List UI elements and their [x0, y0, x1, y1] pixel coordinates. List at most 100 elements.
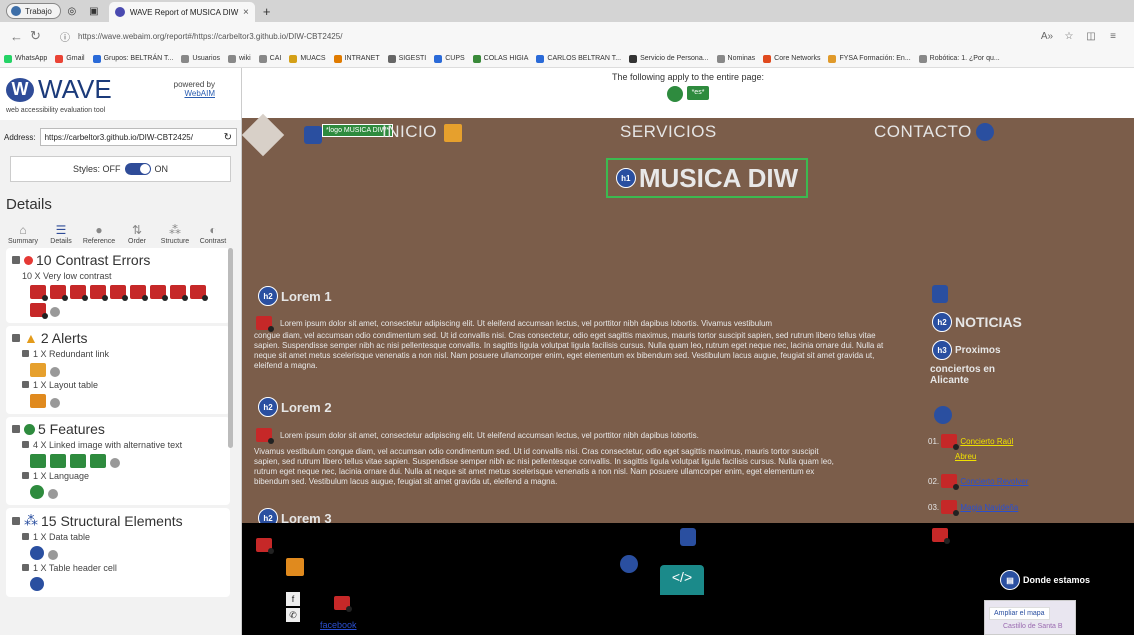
map-embed[interactable]: Ampliar el mapa Castillo de Santa B [984, 600, 1076, 635]
checkbox-redundant-link[interactable] [22, 350, 29, 357]
details-scrollbar[interactable] [228, 248, 233, 448]
info-icon[interactable] [50, 367, 60, 377]
contrast-error-icon[interactable] [190, 285, 208, 301]
bookmark-item[interactable]: FYSA Formación: En... [828, 54, 911, 63]
tab-structure[interactable]: ⁂ Structure [156, 223, 194, 245]
linked-image-icon[interactable] [30, 454, 46, 468]
tab-wave-report[interactable]: WAVE Report of MUSICA DIW × [108, 2, 255, 22]
contrast-error-icon[interactable] [334, 596, 352, 612]
nav-servicios[interactable]: SERVICIOS [620, 122, 717, 142]
read-aloud-icon[interactable]: A» [1036, 31, 1058, 42]
globe-icon[interactable] [667, 86, 683, 102]
list-icon[interactable] [976, 123, 994, 141]
close-tab-icon[interactable]: × [243, 7, 249, 18]
contrast-error-icon[interactable] [30, 285, 48, 301]
bookmark-item[interactable]: CAI [258, 54, 281, 63]
back-icon[interactable]: ← [10, 29, 30, 44]
redundant-link-icon[interactable] [444, 124, 462, 142]
bookmark-item[interactable]: Usuarios [181, 54, 220, 63]
h2-icon[interactable]: h2 [932, 312, 952, 332]
checkbox-table-header[interactable] [22, 564, 29, 571]
aside-icon[interactable] [932, 285, 948, 303]
news-link-2[interactable]: Concierto Revolver [960, 477, 1028, 486]
bookmark-item[interactable]: INTRANET [333, 54, 380, 63]
contrast-error-icon[interactable] [50, 285, 68, 301]
linked-image-icon[interactable] [50, 454, 66, 468]
tab-order[interactable]: ⇅ Order [118, 223, 156, 245]
tab-details[interactable]: ☰ Details [42, 223, 80, 245]
contrast-error-icon[interactable] [150, 285, 168, 301]
table-icon[interactable]: ▤ [1000, 570, 1020, 590]
code-icon[interactable]: </> [660, 565, 704, 595]
header-icon[interactable] [304, 126, 322, 144]
tab-actions-icon[interactable]: ▣ [83, 6, 105, 17]
bookmark-item[interactable]: Core Networks [763, 54, 820, 63]
news-link-3[interactable]: Magia Navideña [960, 503, 1018, 512]
h1-icon[interactable]: h1 [615, 168, 636, 188]
linked-image-icon[interactable] [90, 454, 106, 468]
bookmark-item[interactable]: wiki [227, 54, 251, 63]
info-icon[interactable] [48, 489, 58, 499]
favorite-star-icon[interactable]: ☆ [1058, 31, 1080, 42]
contrast-error-icon[interactable] [256, 316, 274, 332]
url-field[interactable]: ⓘ https://wave.webaim.org/report#/https:… [60, 26, 1036, 46]
split-screen-icon[interactable]: ◫ [1080, 31, 1102, 42]
favorites-icon[interactable]: ≡ [1102, 31, 1124, 42]
info-icon[interactable] [48, 550, 58, 560]
contrast-error-icon[interactable] [256, 538, 274, 554]
wave-address-input[interactable]: https://carbeltor3.github.io/DIW-CBT2425… [39, 128, 237, 146]
nav-inicio[interactable]: INICIO [382, 122, 437, 142]
news-link-1-cont[interactable]: Abreu [955, 452, 976, 461]
checkbox-layout-table[interactable] [22, 381, 29, 388]
checkbox-features[interactable] [12, 425, 20, 433]
contrast-error-icon[interactable] [941, 500, 960, 516]
bookmark-item[interactable]: Robótica: 1. ¿Por qu... [918, 54, 1000, 63]
bookmark-item[interactable]: Grupos: BELTRÁN T... [92, 54, 173, 63]
info-icon[interactable] [110, 458, 120, 468]
tab-summary[interactable]: ⌂ Summary [4, 223, 42, 245]
checkbox-alerts[interactable] [12, 334, 20, 342]
language-icon[interactable] [30, 485, 44, 499]
checkbox-contrast[interactable] [12, 256, 20, 264]
bookmark-item[interactable]: COLAS HIGIA [472, 54, 528, 63]
contrast-error-icon[interactable] [70, 285, 88, 301]
tab-reference[interactable]: ● Reference [80, 223, 118, 245]
checkbox-linked-image[interactable] [22, 441, 29, 448]
enlarge-map-button[interactable]: Ampliar el mapa [989, 607, 1050, 620]
bookmark-item[interactable]: Gmail [55, 54, 85, 63]
facebook-icon[interactable]: f [286, 592, 300, 606]
contrast-error-icon[interactable] [90, 285, 108, 301]
table-header-icon[interactable] [30, 577, 44, 591]
bookmark-item[interactable]: CARLOS BELTRAN T... [536, 54, 621, 63]
h3-icon[interactable]: h3 [932, 340, 952, 360]
reload-icon[interactable]: ↻ [30, 28, 50, 44]
nav-contacto[interactable]: CONTACTO [874, 122, 972, 142]
contrast-error-icon[interactable] [110, 285, 128, 301]
language-badge[interactable]: *es* [687, 86, 709, 100]
info-icon[interactable] [50, 307, 60, 317]
info-icon[interactable] [50, 398, 60, 408]
h2-icon[interactable]: h2 [258, 286, 278, 306]
tab-contrast[interactable]: ◐ Contrast [194, 223, 232, 245]
footer-icon[interactable] [680, 528, 696, 546]
checkbox-language[interactable] [22, 472, 29, 479]
profile-button[interactable]: Trabajo [6, 3, 61, 19]
bookmark-item[interactable]: SIGESTI [387, 54, 426, 63]
contrast-error-icon[interactable] [170, 285, 188, 301]
h2-icon[interactable]: h2 [258, 397, 278, 417]
site-info-icon[interactable]: ⓘ [60, 29, 74, 44]
webaim-link[interactable]: WebAIM [174, 89, 215, 98]
list-icon[interactable] [934, 406, 952, 424]
contrast-error-icon[interactable] [932, 528, 950, 544]
facebook-link[interactable]: facebook [320, 620, 357, 630]
redundant-link-icon[interactable] [30, 363, 46, 377]
bookmark-item[interactable]: Servicio de Persona... [629, 54, 709, 63]
bookmark-item[interactable]: Nominas [716, 54, 755, 63]
contrast-error-icon[interactable] [256, 428, 274, 444]
new-tab-button[interactable]: + [263, 4, 271, 19]
bookmark-item[interactable]: CUPS [434, 54, 465, 63]
checkbox-data-table[interactable] [22, 533, 29, 540]
contrast-error-icon[interactable] [941, 474, 960, 490]
bookmark-item[interactable]: WhatsApp [4, 54, 47, 63]
workspaces-icon[interactable]: ◎ [61, 6, 83, 17]
